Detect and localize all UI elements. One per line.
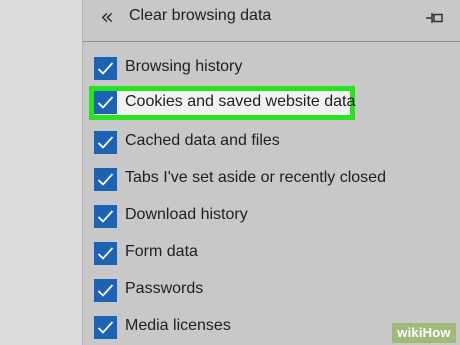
checkmark-icon: [97, 136, 114, 149]
checkbox-browsing-history[interactable]: [94, 57, 117, 80]
checkbox-media-licenses[interactable]: [94, 316, 117, 339]
checkbox-passwords[interactable]: [94, 279, 117, 302]
checkbox-cookies-and-saved-website-data[interactable]: [94, 91, 117, 114]
checkbox-cached-data-and-files[interactable]: [94, 131, 117, 154]
option-media-licenses[interactable]: Media licenses: [93, 314, 393, 342]
option-label: Media licenses: [125, 317, 231, 334]
option-download-history[interactable]: Download history: [93, 203, 393, 231]
checkmark-icon: [97, 284, 114, 297]
option-label: Passwords: [125, 280, 204, 297]
option-label: Tabs I've set aside or recently closed: [125, 169, 386, 186]
option-label: Cookies and saved website data: [125, 93, 356, 110]
option-label: Download history: [125, 206, 248, 223]
option-form-data[interactable]: Form data: [93, 240, 393, 268]
wikihow-watermark: wikiHow: [392, 323, 456, 343]
checkmark-icon: [97, 96, 114, 109]
option-cookies-and-saved-website-data[interactable]: Cookies and saved website data: [89, 86, 355, 120]
option-tabs-set-aside[interactable]: Tabs I've set aside or recently closed: [93, 166, 393, 194]
option-label: Browsing history: [125, 58, 243, 75]
background-pane: [0, 0, 82, 345]
checkmark-icon: [97, 62, 114, 75]
checkbox-form-data[interactable]: [94, 242, 117, 265]
clear-browsing-data-panel: « Clear browsing data Browsing history C…: [83, 0, 460, 345]
checkmark-icon: [97, 210, 114, 223]
option-label: Cached data and files: [125, 132, 280, 149]
checkbox-download-history[interactable]: [94, 205, 117, 228]
option-passwords[interactable]: Passwords: [93, 277, 393, 305]
option-browsing-history[interactable]: Browsing history: [93, 55, 393, 83]
option-cached-data-and-files[interactable]: Cached data and files: [93, 129, 393, 157]
checkbox-tabs-set-aside[interactable]: [94, 168, 117, 191]
checkmark-icon: [97, 247, 114, 260]
checkmark-icon: [97, 173, 114, 186]
option-label: Form data: [125, 243, 198, 260]
clear-options-list: Browsing history Cookies and saved websi…: [83, 0, 460, 345]
checkmark-icon: [97, 321, 114, 334]
